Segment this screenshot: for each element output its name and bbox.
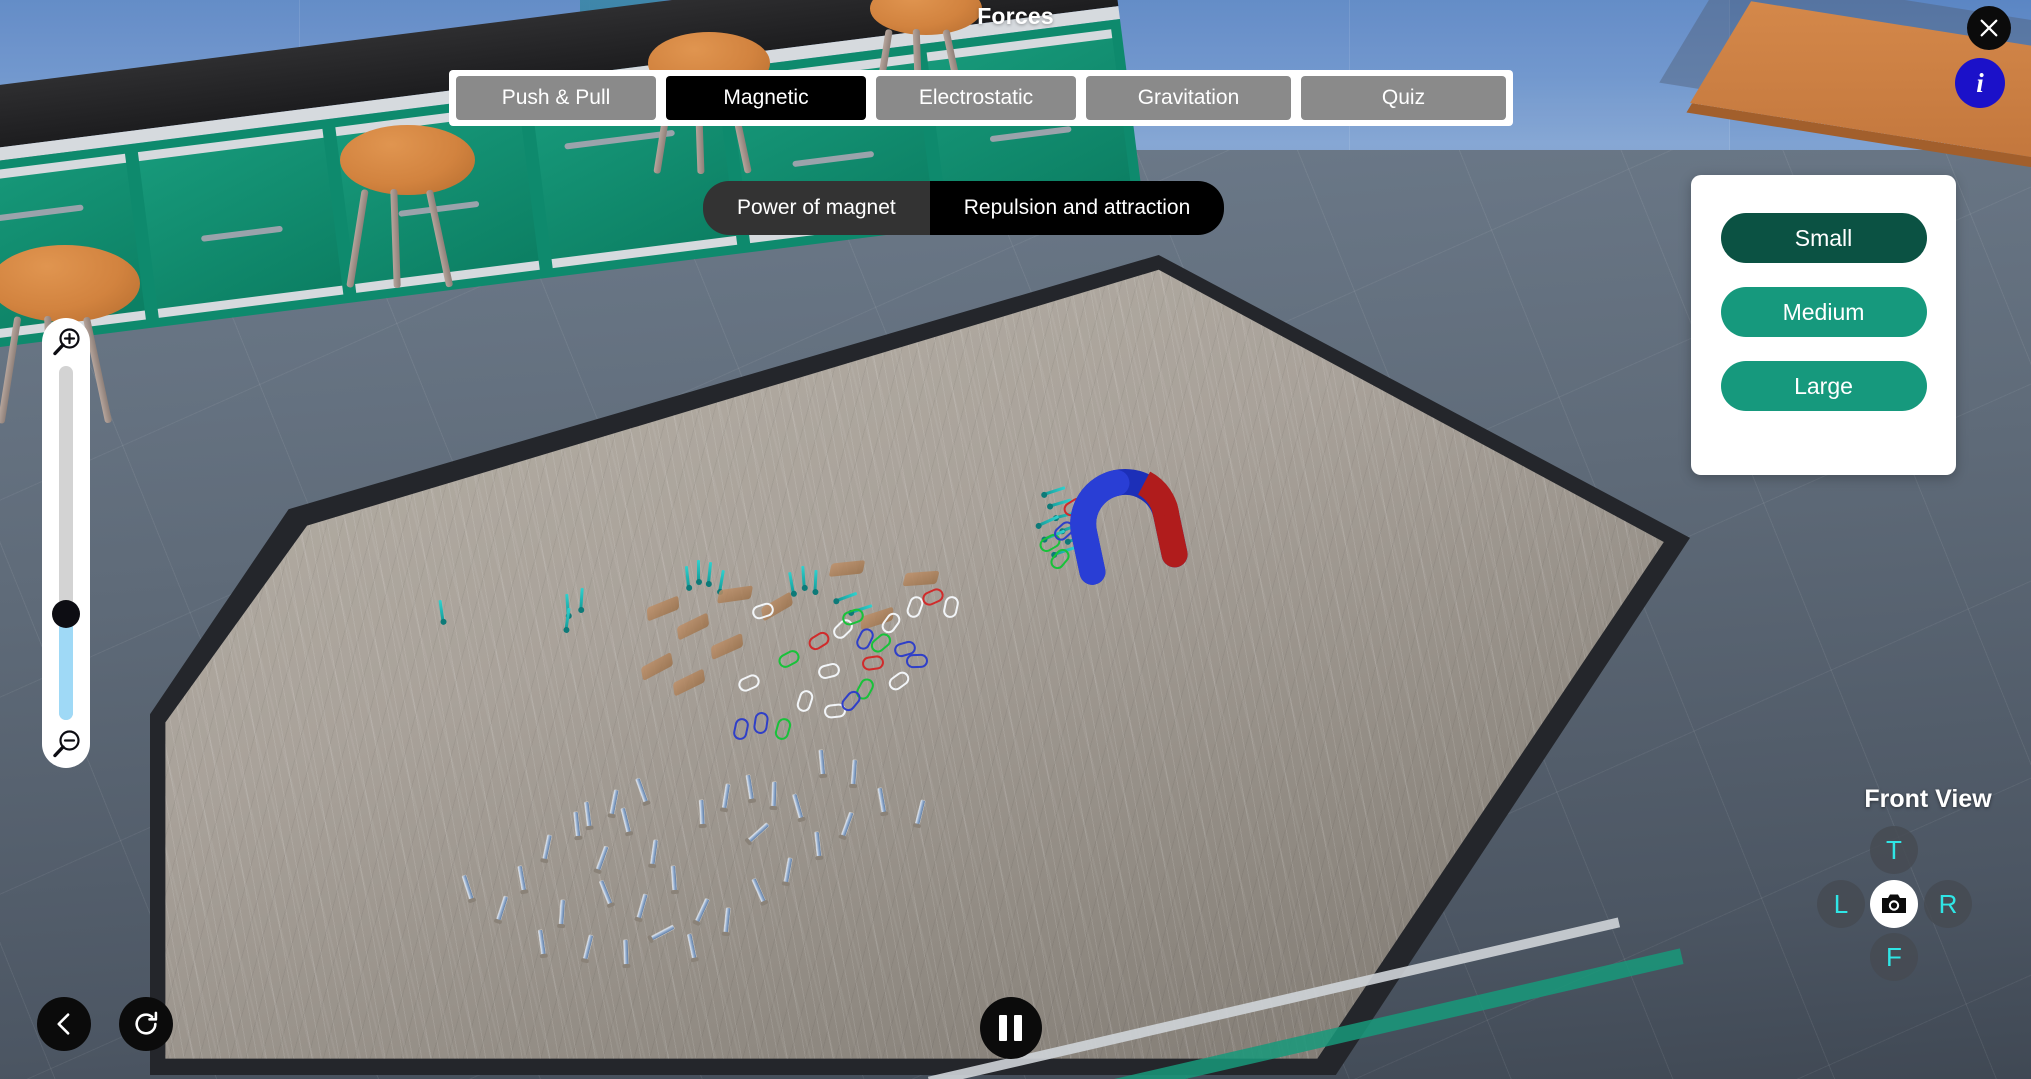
zoom-slider-knob[interactable]: [52, 599, 80, 628]
subtab-repulsion-and-attraction[interactable]: Repulsion and attraction: [929, 181, 1225, 235]
zoom-slider-fill: [59, 613, 73, 720]
forces-simulation-app: Forces i Push & Pull Magnetic Electrosta…: [0, 0, 2031, 1079]
info-icon: i: [1976, 67, 1984, 98]
magnet-size-panel: Small Medium Large: [1691, 175, 1956, 475]
view-button-left[interactable]: L: [1817, 880, 1865, 928]
tab-magnetic[interactable]: Magnetic: [666, 76, 866, 120]
zoom-slider-control[interactable]: [42, 318, 90, 768]
camera-snapshot-button[interactable]: [1870, 880, 1918, 928]
chevron-left-icon: [57, 1013, 70, 1035]
reset-button[interactable]: [119, 997, 173, 1051]
view-button-top[interactable]: T: [1870, 826, 1918, 874]
camera-icon: [1882, 894, 1906, 913]
tab-electrostatic[interactable]: Electrostatic: [876, 76, 1076, 120]
pause-button[interactable]: [979, 997, 1042, 1059]
tab-push-and-pull[interactable]: Push & Pull: [456, 76, 656, 120]
subtab-power-of-magnet[interactable]: Power of magnet: [703, 181, 930, 235]
3d-scene-viewport[interactable]: [0, 0, 2031, 1079]
magnetic-subtab-bar: Power of magnet Repulsion and attraction: [703, 181, 1225, 235]
zoom-slider-track[interactable]: [52, 366, 80, 720]
close-button[interactable]: [1967, 6, 2011, 50]
tab-gravitation[interactable]: Gravitation: [1086, 76, 1291, 120]
pause-icon-bar-right: [1014, 1015, 1022, 1041]
magnifier-plus-icon[interactable]: [50, 326, 82, 358]
view-button-right[interactable]: R: [1924, 880, 1972, 928]
close-icon: [1980, 19, 1998, 37]
info-button[interactable]: i: [1955, 58, 2005, 108]
main-tab-bar: Push & Pull Magnetic Electrostatic Gravi…: [449, 70, 1513, 126]
size-option-large[interactable]: Large: [1720, 361, 1927, 411]
refresh-icon: [135, 1011, 158, 1035]
back-button[interactable]: [37, 997, 91, 1051]
tab-quiz[interactable]: Quiz: [1301, 76, 1506, 120]
size-option-small[interactable]: Small: [1720, 213, 1927, 263]
pause-icon-bar-left: [999, 1015, 1007, 1041]
view-button-front[interactable]: F: [1870, 933, 1918, 981]
size-option-medium[interactable]: Medium: [1720, 287, 1927, 337]
camera-view-pad: T L R F: [1790, 820, 1990, 1030]
magnifier-minus-icon[interactable]: [50, 728, 82, 760]
